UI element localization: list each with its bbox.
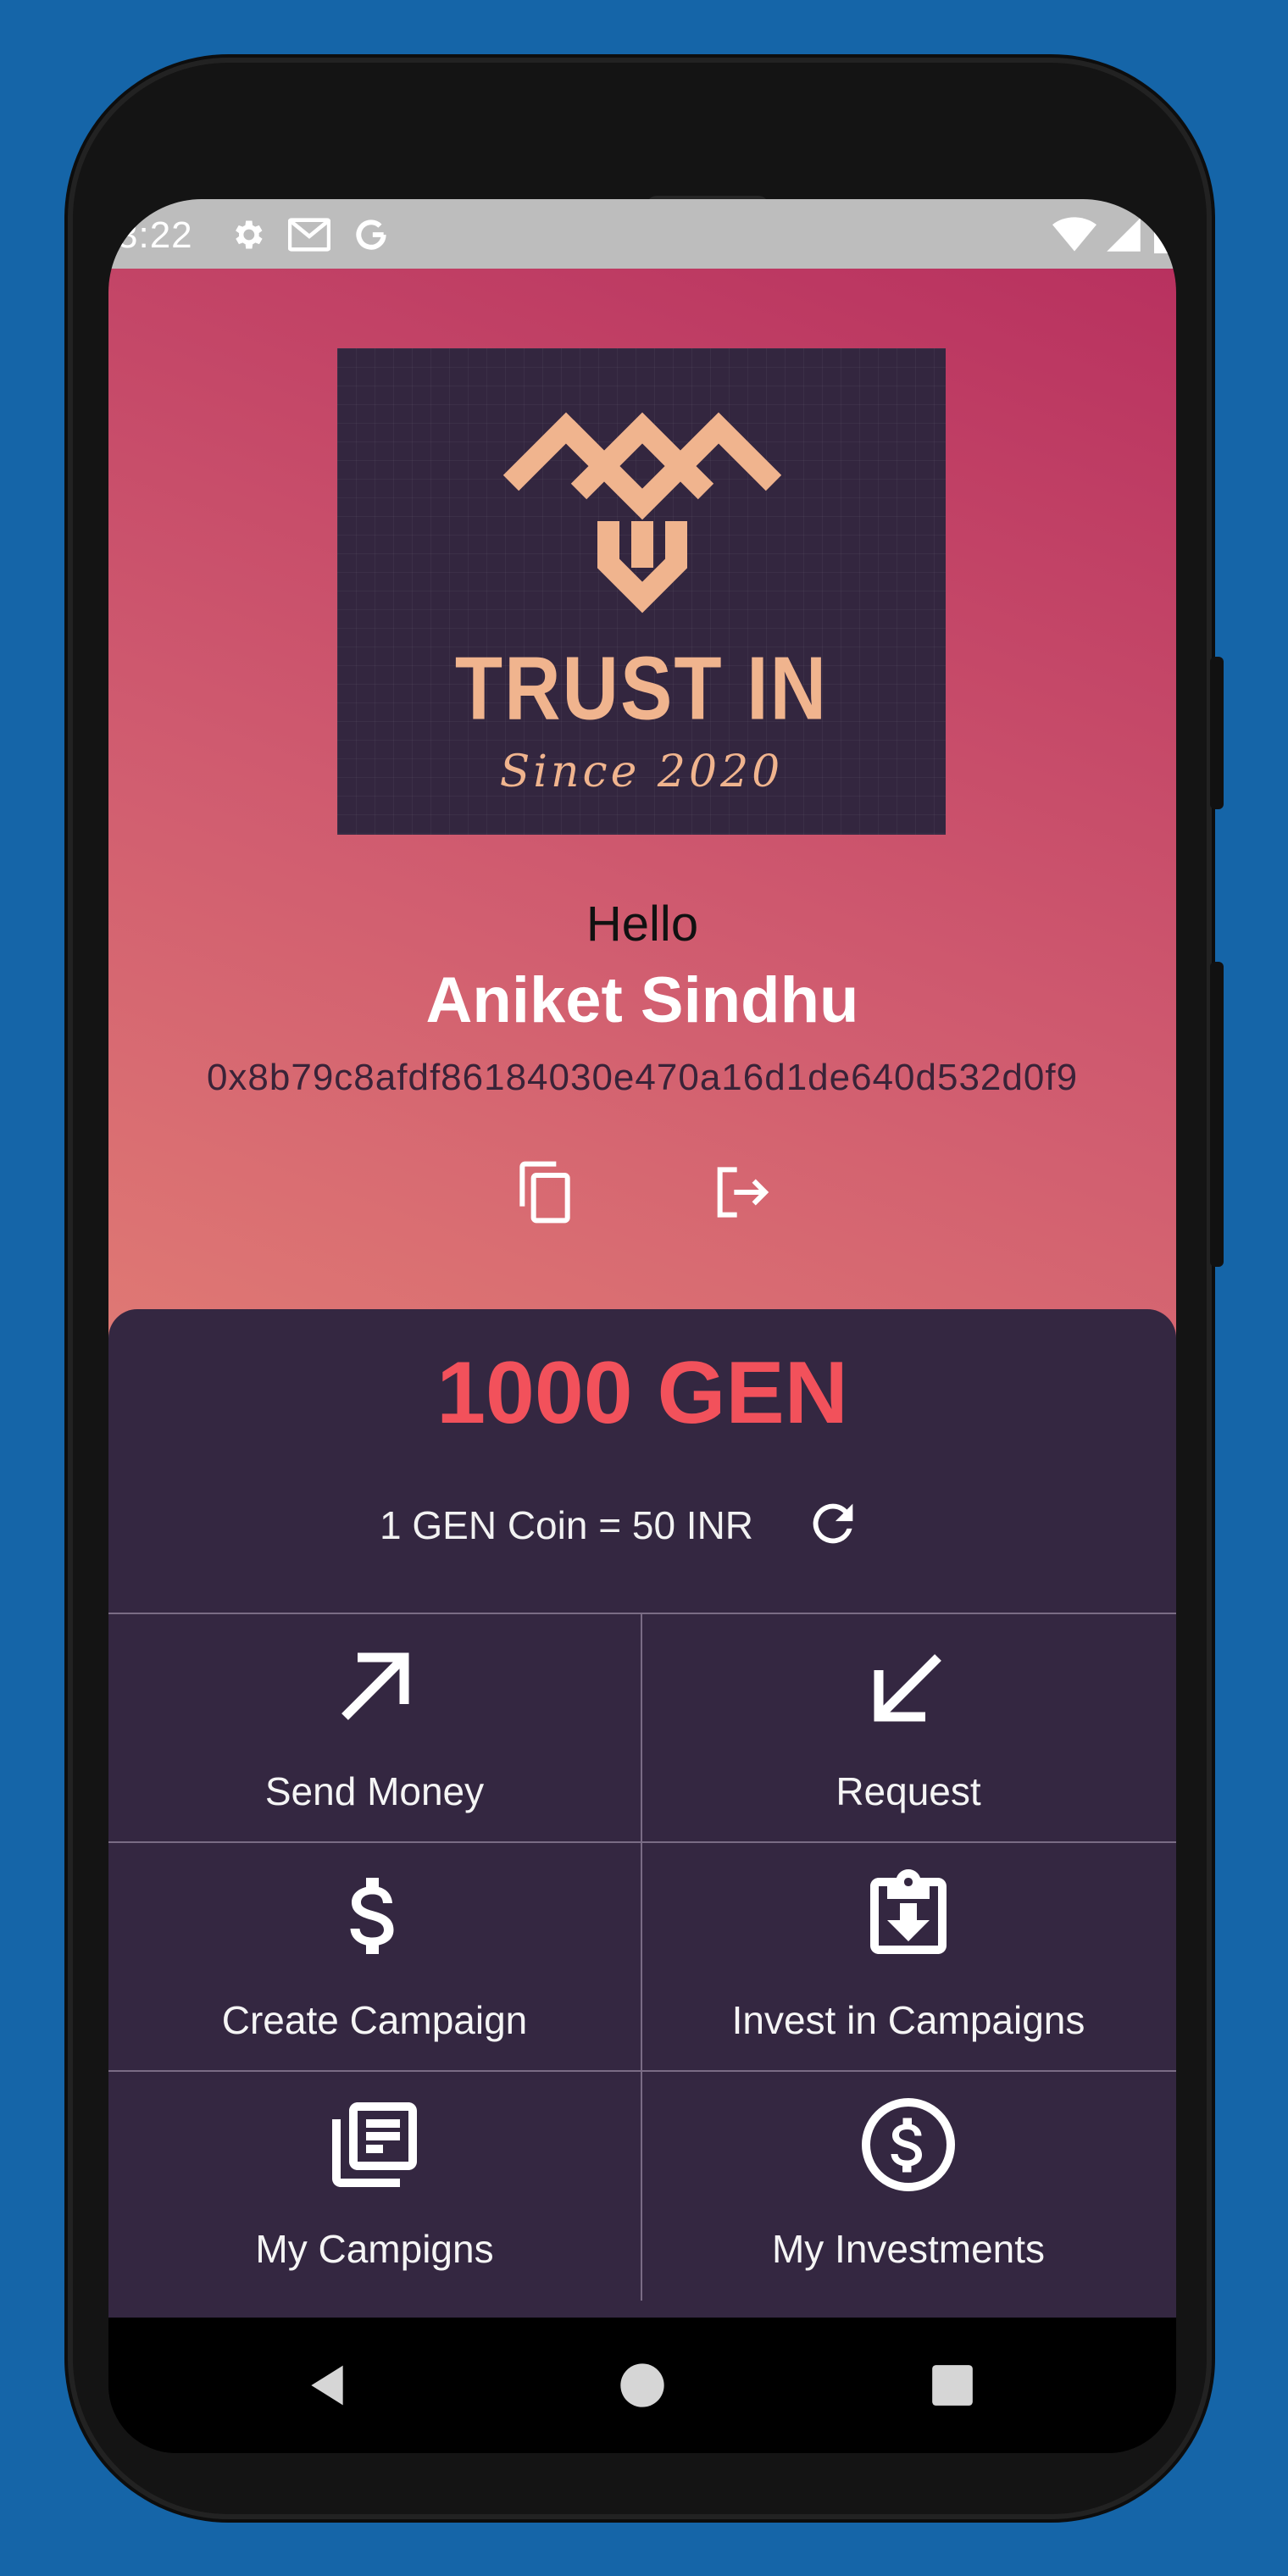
settings-gear-icon [236, 220, 263, 249]
status-bar: 3:22 [108, 199, 1176, 269]
recents-square-icon[interactable] [930, 2363, 974, 2407]
create-campaign-button[interactable]: Create Campaign [108, 1843, 641, 2070]
dollar-circle-icon [862, 2098, 955, 2191]
wallet-panel: 1000 GEN 1 GEN Coin = 50 INR Send Money … [108, 1309, 1176, 2318]
app-screen: 3:22 TRUST IN Since 2020 Hello Aniket Si… [108, 199, 1176, 2453]
power-button [1210, 657, 1224, 809]
back-triangle-icon[interactable] [303, 2360, 351, 2411]
arrow-up-right-icon [341, 1652, 409, 1720]
signal-icon [1107, 218, 1141, 252]
logout-icon [717, 1167, 769, 1218]
dollar-icon [350, 1878, 394, 1954]
actions-grid: Send Money Request Create Campaign Inves… [108, 1613, 1176, 2301]
gmail-icon [288, 218, 330, 252]
arrow-down-left-icon [874, 1654, 941, 1722]
copy-address-button[interactable] [511, 1158, 579, 1226]
copy-icon [519, 1161, 570, 1224]
refresh-icon [813, 1503, 853, 1544]
profile-header: TRUST IN Since 2020 Hello Aniket Sindhu … [108, 269, 1176, 1370]
trust-in-logo: TRUST IN Since 2020 [337, 348, 946, 835]
my-campaigns-button[interactable]: My Campigns [108, 2072, 641, 2299]
request-button[interactable]: Request [642, 1614, 1174, 1841]
battery-icon [1154, 219, 1175, 253]
clipboard-download-icon [870, 1869, 947, 1954]
logo-emblem-icon [502, 412, 782, 613]
logo-title: TRUST IN [454, 639, 829, 739]
wallet-address: 0x8b79c8afdf86184030e470a16d1de640d532d0… [206, 1057, 1079, 1098]
action-label: Create Campaign [221, 1998, 528, 2042]
balance-amount: 1000 GEN [436, 1344, 848, 1442]
action-label: Send Money [264, 1769, 485, 1813]
logout-button[interactable] [706, 1158, 774, 1226]
logo-subtitle: Since 2020 [499, 747, 784, 797]
send-money-button[interactable]: Send Money [108, 1614, 641, 1841]
action-label: My Campigns [255, 2227, 494, 2271]
action-label: Request [836, 1769, 981, 1813]
exchange-rate: 1 GEN Coin = 50 INR [380, 1503, 754, 1547]
wifi-icon [1052, 217, 1096, 252]
google-icon [356, 219, 386, 250]
action-label: My Investments [771, 2227, 1046, 2271]
refresh-rate-button[interactable] [803, 1494, 863, 1553]
status-time: 3:22 [117, 214, 193, 256]
my-investments-button[interactable]: My Investments [642, 2072, 1174, 2299]
greeting: Hello [586, 897, 699, 952]
invest-in-campaigns-button[interactable]: Invest in Campaigns [642, 1843, 1174, 2070]
action-label: Invest in Campaigns [731, 1998, 1085, 2042]
home-circle-icon[interactable] [619, 2362, 666, 2409]
volume-button [1210, 962, 1224, 1267]
android-nav-bar [108, 2318, 1176, 2453]
user-name: Aniket Sindhu [425, 964, 859, 1036]
documents-icon [332, 2102, 417, 2187]
